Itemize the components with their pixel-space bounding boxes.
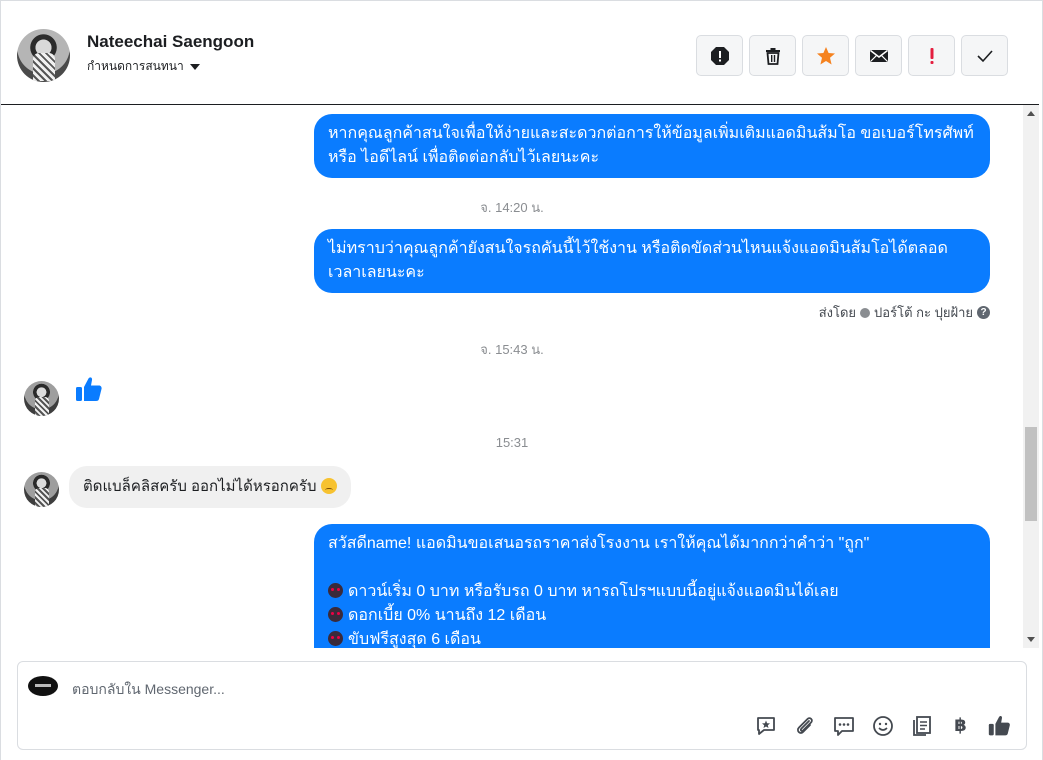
car-emoji-icon xyxy=(328,607,343,622)
composer-tools: ฿ xyxy=(754,714,1011,737)
baht-icon[interactable]: ฿ xyxy=(949,714,972,737)
message-text: หากคุณลูกค้าสนใจเพื่อให้ง่ายและสะดวกต่อก… xyxy=(328,125,974,166)
saved-reply-icon[interactable] xyxy=(754,714,777,737)
thumbs-up-icon[interactable] xyxy=(75,375,103,408)
conversation-settings-dropdown[interactable]: กำหนดการสนทนา xyxy=(87,57,200,76)
outgoing-message[interactable]: สวัสดีname! แอดมินขอเสนอรถราคาส่งโรงงาน … xyxy=(314,524,990,648)
star-button[interactable] xyxy=(802,35,849,76)
outgoing-message[interactable]: หากคุณลูกค้าสนใจเพื่อให้ง่ายและสะดวกต่อก… xyxy=(314,114,990,178)
message-thread[interactable]: หากคุณลูกค้าสนใจเพื่อให้ง่ายและสะดวกต่อก… xyxy=(1,105,1023,648)
car-emoji-icon xyxy=(328,583,343,598)
thumbs-up-icon xyxy=(988,716,1010,736)
message-text: ไม่ทราบว่าคุณลูกค้ายังสนใจรถคันนี้ไว้ใช้… xyxy=(328,240,948,281)
report-button[interactable] xyxy=(696,35,743,76)
message-line: ขับฟรีสูงสุด 6 เดือน xyxy=(328,628,976,648)
incoming-message[interactable]: ติดแบล็คลิสครับ ออกไม่ได้หรอกครับ xyxy=(69,466,351,508)
contact-avatar[interactable] xyxy=(17,29,70,82)
check-icon xyxy=(976,49,993,62)
contact-avatar-small xyxy=(24,381,59,416)
done-button[interactable] xyxy=(961,35,1008,76)
message-text: ติดแบล็คลิสครับ ออกไม่ได้หรอกครับ xyxy=(83,478,317,495)
caret-down-icon xyxy=(189,63,200,70)
conversation-header: Nateechai Saengoon กำหนดการสนทนา xyxy=(1,7,1039,105)
thread-scrollbar[interactable] xyxy=(1023,105,1039,648)
alert-octagon-icon xyxy=(710,46,729,65)
inbox-panel: Nateechai Saengoon กำหนดการสนทนา หากคุณล… xyxy=(0,0,1043,760)
baht-symbol: ฿ xyxy=(954,715,967,735)
timestamp: จ. 14:20 น. xyxy=(480,200,544,215)
star-icon xyxy=(816,46,835,64)
message-line-text: ดาวน์เริ่ม 0 บาท หรือรับรถ 0 บาท หารถโปร… xyxy=(348,583,839,600)
scroll-down-arrow-icon[interactable] xyxy=(1027,637,1035,642)
page-logo-avatar xyxy=(28,676,58,696)
message-line: ดาวน์เริ่ม 0 บาท หรือรับรถ 0 บาท หารถโปร… xyxy=(328,580,976,604)
message-text: สวัสดีname! แอดมินขอเสนอรถราคาส่งโรงงาน … xyxy=(328,535,870,552)
outgoing-message[interactable]: ไม่ทราบว่าคุณลูกค้ายังสนใจรถคันนี้ไว้ใช้… xyxy=(314,229,990,293)
envelope-icon xyxy=(869,49,888,62)
question-icon[interactable]: ? xyxy=(977,306,990,319)
chat-bubble-icon[interactable] xyxy=(832,714,855,737)
reply-composer: ฿ xyxy=(17,661,1027,750)
conversation-settings-label: กำหนดการสนทนา xyxy=(87,59,184,73)
mark-unread-button[interactable] xyxy=(855,35,902,76)
sad-face-emoji-icon xyxy=(320,478,337,494)
sent-by-info: ส่งโดย ปอร์โต้ กะ ปุยฝ้าย ? xyxy=(819,302,990,323)
send-like-button[interactable] xyxy=(988,714,1011,737)
trash-icon xyxy=(765,47,780,65)
scrollbar-thumb[interactable] xyxy=(1025,427,1037,521)
reply-input[interactable] xyxy=(72,679,672,699)
conversation-toolbar xyxy=(696,35,1008,76)
contact-avatar-small xyxy=(24,472,59,507)
sent-by-name: ปอร์โต้ กะ ปุยฝ้าย xyxy=(874,305,973,320)
agent-avatar-icon xyxy=(860,307,871,318)
car-emoji-icon xyxy=(328,631,343,646)
timestamp: จ. 15:43 น. xyxy=(480,342,544,357)
exclamation-icon xyxy=(930,47,933,64)
sent-by-prefix: ส่งโดย xyxy=(818,305,857,320)
attachment-icon[interactable] xyxy=(793,714,816,737)
message-line-text: ขับฟรีสูงสุด 6 เดือน xyxy=(348,631,481,648)
emoji-icon[interactable] xyxy=(871,714,894,737)
timestamp: 15:31 xyxy=(495,435,529,450)
message-line-text: ดอกเบี้ย 0% นานถึง 12 เดือน xyxy=(348,607,547,624)
delete-button[interactable] xyxy=(749,35,796,76)
scroll-up-arrow-icon[interactable] xyxy=(1027,111,1035,116)
template-icon[interactable] xyxy=(910,714,933,737)
important-button[interactable] xyxy=(908,35,955,76)
contact-name[interactable]: Nateechai Saengoon xyxy=(87,32,254,52)
message-line: ดอกเบี้ย 0% นานถึง 12 เดือน xyxy=(328,604,976,628)
